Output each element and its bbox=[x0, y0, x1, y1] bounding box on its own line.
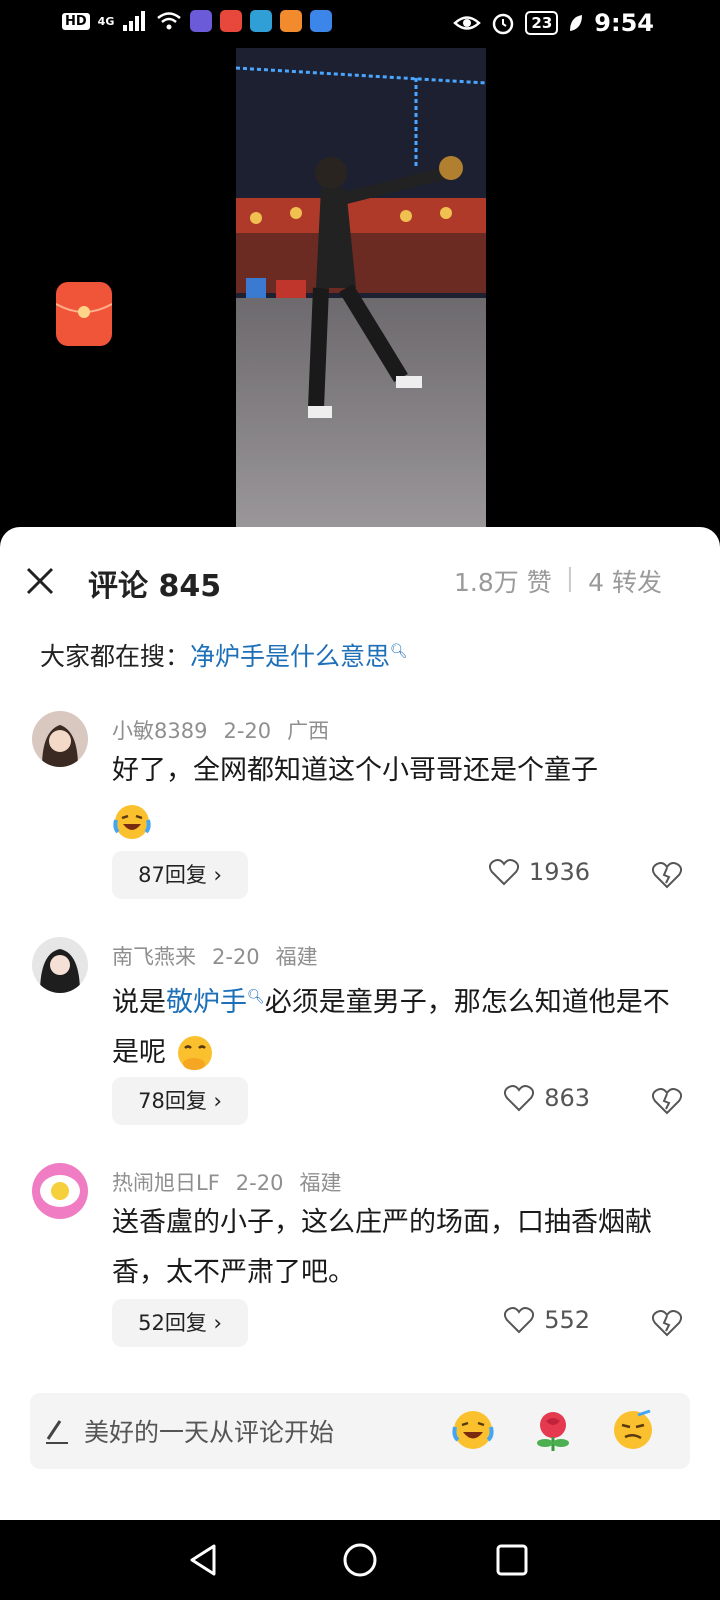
search-icon: 🔍︎ bbox=[390, 643, 408, 660]
comment-region: 福建 bbox=[275, 945, 318, 969]
stats-separator: | bbox=[565, 563, 575, 592]
app-notification-icon bbox=[190, 10, 213, 32]
video-frame[interactable] bbox=[236, 48, 486, 528]
comment-username[interactable]: 热闹旭日LF bbox=[112, 1171, 220, 1195]
avatar-image bbox=[32, 711, 88, 767]
pen-icon bbox=[46, 1420, 68, 1444]
shares-count: 4 转发 bbox=[588, 568, 662, 597]
comment-date: 2-20 bbox=[212, 945, 260, 969]
laughing-crying-emoji[interactable] bbox=[450, 1407, 496, 1453]
replies-button[interactable]: 52回复 › bbox=[112, 1299, 248, 1347]
dislike-button[interactable] bbox=[651, 861, 683, 889]
replies-label: 52回复 bbox=[138, 1311, 207, 1335]
avatar[interactable] bbox=[32, 937, 88, 993]
sly-emoji[interactable] bbox=[610, 1407, 656, 1453]
replies-button[interactable]: 78回复 › bbox=[112, 1077, 248, 1125]
search-icon: 🔍︎ bbox=[247, 989, 265, 1005]
like-button[interactable]: 552 bbox=[504, 1306, 590, 1334]
battery-indicator: 23 bbox=[525, 11, 559, 35]
post-stats: 1.8万 赞 | 4 转发 bbox=[454, 563, 662, 599]
comment-search-link[interactable]: 敬炉手🔍︎ bbox=[166, 987, 265, 1018]
comment-body: 送香盧的小子，这么庄严的场面，口抽香烟献香，太不严肃了吧。 bbox=[112, 1207, 652, 1288]
replies-button[interactable]: 87回复 › bbox=[112, 851, 248, 899]
comments-title: 评论 845 bbox=[88, 569, 222, 604]
home-icon bbox=[343, 1543, 377, 1577]
comment-text: 好了，全网都知道这个小哥哥还是个童子 bbox=[112, 746, 692, 846]
comment-username[interactable]: 南飞燕来 bbox=[112, 945, 196, 969]
status-right: 23 9:54 bbox=[453, 9, 654, 37]
broken-heart-icon bbox=[651, 862, 683, 889]
hd-indicator: HD bbox=[62, 12, 90, 30]
comment-meta: 南飞燕来 2-20 福建 bbox=[112, 941, 334, 971]
comments-sheet: 评论 845 1.8万 赞 | 4 转发 大家都在搜： 净炉手是什么意思🔍︎ 小… bbox=[0, 527, 720, 1520]
avatar-image bbox=[32, 937, 88, 993]
like-count: 863 bbox=[544, 1084, 590, 1112]
comment-text: 说是敬炉手🔍︎必须是童男子，那怎么知道他是不是呢 bbox=[112, 972, 692, 1078]
avatar[interactable] bbox=[32, 1163, 88, 1219]
comment-meta: 热闹旭日LF 2-20 福建 bbox=[112, 1167, 357, 1197]
comment-meta: 小敏8389 2-20 广西 bbox=[112, 715, 345, 745]
comments-header: 评论 845 1.8万 赞 | 4 转发 bbox=[0, 555, 720, 605]
status-left: HD 4G bbox=[62, 10, 333, 32]
back-button[interactable] bbox=[186, 1542, 222, 1578]
close-button[interactable] bbox=[24, 565, 56, 597]
comment-date: 2-20 bbox=[235, 1171, 284, 1195]
laughing-crying-emoji bbox=[113, 804, 151, 839]
broken-heart-icon bbox=[651, 1088, 683, 1115]
alarm-icon bbox=[493, 13, 514, 35]
dislike-button[interactable] bbox=[651, 1309, 683, 1337]
likes-count: 1.8万 赞 bbox=[453, 568, 552, 597]
signal-icon bbox=[123, 11, 146, 31]
app-notification-icon bbox=[220, 10, 243, 32]
video-scene bbox=[236, 48, 486, 528]
network-indicator: 4G bbox=[97, 14, 115, 28]
search-suggestion-label: 大家都在搜： bbox=[40, 642, 191, 671]
heart-icon bbox=[488, 859, 519, 886]
like-count: 552 bbox=[544, 1306, 590, 1334]
like-button[interactable]: 863 bbox=[504, 1084, 590, 1112]
search-suggestion-link[interactable]: 净炉手是什么意思🔍︎ bbox=[190, 637, 408, 673]
wifi-icon bbox=[157, 12, 182, 30]
comment-username[interactable]: 小敏8389 bbox=[112, 719, 207, 743]
app-notification-icon bbox=[310, 10, 333, 32]
app-notification-icon bbox=[250, 10, 273, 32]
comment-region: 广西 bbox=[287, 719, 330, 743]
video-player[interactable] bbox=[0, 48, 720, 528]
app-notification-icon bbox=[280, 10, 303, 32]
close-icon bbox=[26, 567, 54, 595]
comment-region: 福建 bbox=[299, 1171, 342, 1195]
red-packet-button[interactable] bbox=[55, 282, 113, 346]
replies-label: 78回复 bbox=[138, 1089, 207, 1113]
comment-input[interactable]: 美好的一天从评论开始 bbox=[84, 1413, 334, 1449]
comment-link-text: 敬炉手 bbox=[166, 987, 247, 1018]
hand-over-mouth-emoji bbox=[177, 1035, 212, 1070]
like-button[interactable]: 1936 bbox=[488, 858, 590, 886]
avatar-image bbox=[32, 1163, 88, 1219]
heart-icon bbox=[504, 1085, 535, 1112]
recents-button[interactable] bbox=[494, 1542, 530, 1578]
clock: 9:54 bbox=[594, 9, 654, 37]
system-nav-bar bbox=[0, 1520, 720, 1600]
replies-label: 87回复 bbox=[138, 863, 207, 887]
heart-icon bbox=[504, 1307, 535, 1334]
leaf-icon bbox=[570, 15, 583, 31]
comment-text: 送香盧的小子，这么庄严的场面，口抽香烟献香，太不严肃了吧。 bbox=[112, 1198, 692, 1298]
comment-body: 说是 bbox=[112, 987, 166, 1018]
back-icon bbox=[190, 1544, 216, 1576]
recents-icon bbox=[496, 1544, 528, 1576]
like-count: 1936 bbox=[528, 858, 590, 886]
comment-input-bar[interactable]: 美好的一天从评论开始 bbox=[30, 1393, 690, 1469]
status-bar: HD 4G 23 9:54 bbox=[0, 0, 720, 48]
comment-body: 好了，全网都知道这个小哥哥还是个童子 bbox=[112, 755, 598, 786]
broken-heart-icon bbox=[651, 1310, 683, 1337]
eye-icon bbox=[453, 16, 482, 30]
rose-emoji[interactable] bbox=[530, 1407, 576, 1453]
comment-date: 2-20 bbox=[223, 719, 272, 743]
search-suggestion: 大家都在搜： 净炉手是什么意思🔍︎ bbox=[40, 637, 408, 673]
home-button[interactable] bbox=[342, 1542, 378, 1578]
red-packet-icon bbox=[55, 282, 113, 346]
dislike-button[interactable] bbox=[651, 1087, 683, 1115]
avatar[interactable] bbox=[32, 711, 88, 767]
search-query-text: 净炉手是什么意思 bbox=[190, 642, 391, 671]
